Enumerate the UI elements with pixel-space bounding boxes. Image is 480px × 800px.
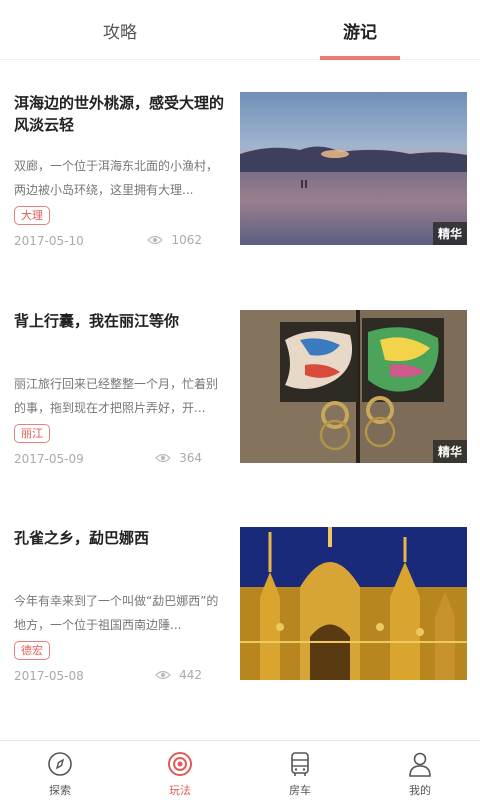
golden-temple-image <box>240 527 467 680</box>
article-desc: 丽江旅行回来已经整整一个月，忙着别的事，拖到现在才把照片弄好，开... <box>14 377 219 415</box>
article-date: 2017-05-09 <box>14 452 84 466</box>
eye-icon <box>147 235 164 245</box>
article-card[interactable]: 洱海边的世外桃源，感受大理的风淡云轻 双廊，一个位于洱海东北面的小渔村，两边被小… <box>0 92 480 262</box>
article-image-golden-temple[interactable] <box>240 527 467 680</box>
article-image-lake-sunset[interactable]: 精华 <box>240 92 467 245</box>
nav-item-me[interactable]: 我的 <box>360 741 480 800</box>
active-tab-indicator <box>320 56 400 60</box>
tab-travel-notes-label: 游记 <box>343 22 377 43</box>
nav-label-rv: 房车 <box>289 784 311 797</box>
article-title: 孔雀之乡，勐巴娜西 <box>14 529 150 547</box>
view-count-value: 1062 <box>171 233 202 247</box>
article-desc: 双廊，一个位于洱海东北面的小渔村，两边被小岛环绕，这里拥有大理... <box>14 159 219 197</box>
article-card[interactable]: 孔雀之乡，勐巴娜西 今年有幸来到了一个叫做“勐巴娜西”的地方，一个位于祖国西南边… <box>0 527 480 697</box>
target-icon <box>168 752 192 776</box>
eye-icon <box>155 453 171 463</box>
view-count-value: 442 <box>179 668 202 682</box>
article-title: 背上行囊，我在丽江等你 <box>14 312 180 330</box>
featured-badge: 精华 <box>432 222 467 245</box>
top-tab-bar: 攻略 游记 <box>0 0 480 60</box>
nav-label-play: 玩法 <box>169 784 191 797</box>
nav-item-rv[interactable]: 房车 <box>240 741 360 800</box>
nav-item-play[interactable]: 玩法 <box>120 741 240 800</box>
nav-item-explore[interactable]: 探索 <box>0 741 120 800</box>
nav-label-explore: 探索 <box>49 784 71 797</box>
article-title: 洱海边的世外桃源，感受大理的风淡云轻 <box>14 94 225 134</box>
tab-strategy-label: 攻略 <box>103 22 137 43</box>
bottom-nav: 探索 玩法 房车 我的 <box>0 740 480 800</box>
location-tag[interactable]: 丽江 <box>14 424 50 443</box>
view-count-value: 364 <box>179 451 202 465</box>
article-card[interactable]: 背上行囊，我在丽江等你 丽江旅行回来已经整整一个月，忙着别的事，拖到现在才把照片… <box>0 310 480 480</box>
article-desc: 今年有幸来到了一个叫做“勐巴娜西”的地方，一个位于祖国西南边陲... <box>14 594 219 632</box>
bus-icon <box>291 752 309 776</box>
user-icon <box>409 752 431 777</box>
location-tag[interactable]: 德宏 <box>14 641 50 660</box>
eye-icon <box>155 670 171 680</box>
article-date: 2017-05-10 <box>14 234 84 248</box>
featured-badge: 精华 <box>432 440 467 463</box>
location-tag[interactable]: 大理 <box>14 206 50 225</box>
compass-icon <box>48 752 72 776</box>
view-count: 364 <box>155 451 202 465</box>
tab-travel-notes[interactable]: 游记 <box>240 0 480 60</box>
article-date: 2017-05-08 <box>14 669 84 683</box>
nav-label-me: 我的 <box>409 784 431 797</box>
view-count: 442 <box>155 668 202 682</box>
article-image-wooden-door[interactable]: 精华 <box>240 310 467 463</box>
view-count: 1062 <box>147 233 202 247</box>
tab-strategy[interactable]: 攻略 <box>0 0 240 60</box>
